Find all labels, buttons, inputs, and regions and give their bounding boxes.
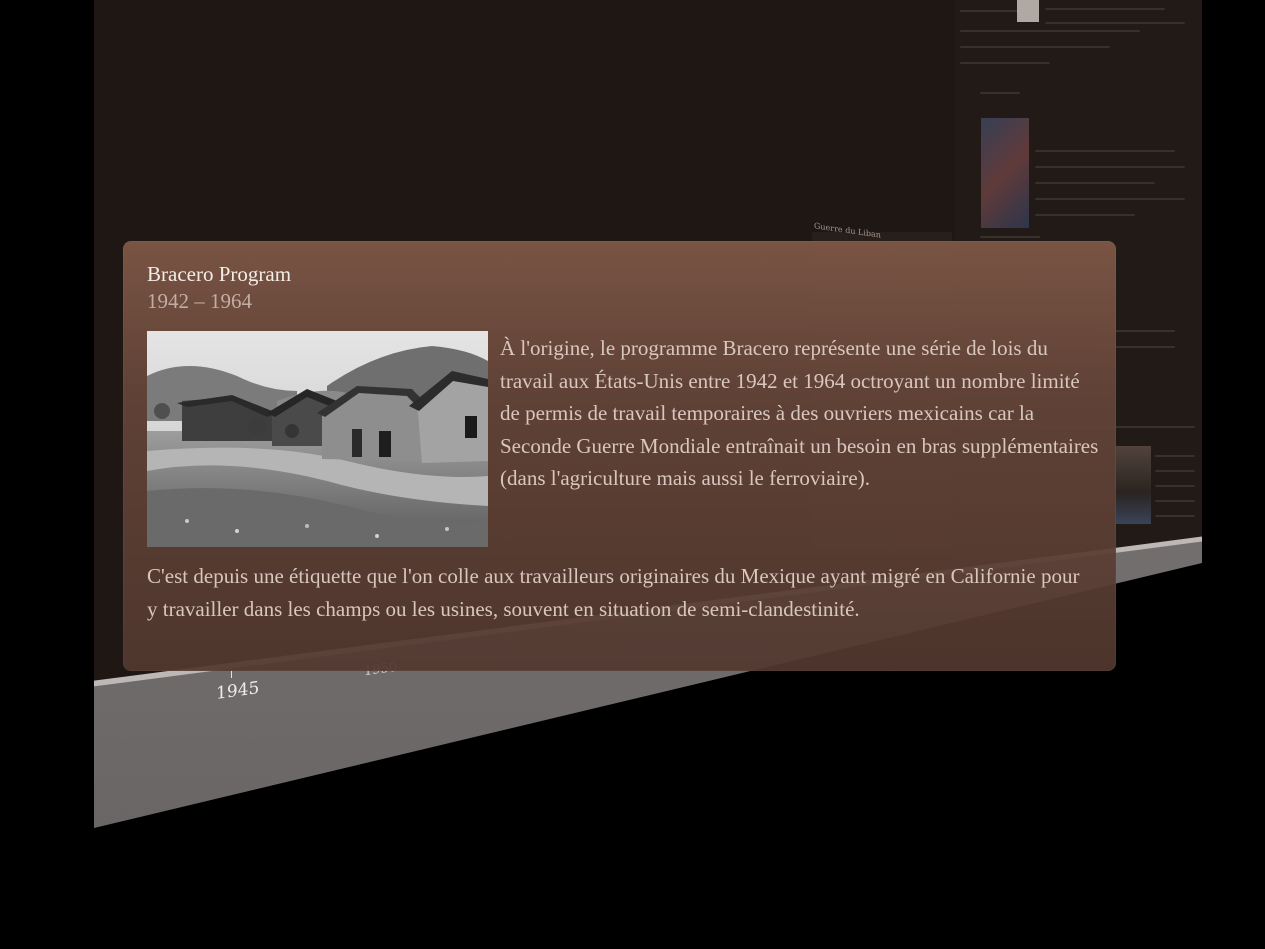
event-detail-popup[interactable]: Bracero Program 1942 – 1964 À l'origine,… xyxy=(123,241,1116,671)
event-dates: 1942 – 1964 xyxy=(147,289,252,313)
village-photo-icon xyxy=(147,331,488,547)
event-description-secondary: C'est depuis une étiquette que l'on coll… xyxy=(147,564,1080,621)
event-title: Bracero Program xyxy=(147,262,292,286)
event-description-primary: À l'origine, le programme Bracero représ… xyxy=(500,336,1099,491)
thumbnail-image[interactable] xyxy=(1017,0,1039,22)
thumbnail-image[interactable] xyxy=(981,118,1029,228)
thumbnail-image[interactable] xyxy=(1115,446,1151,524)
event-photo xyxy=(147,331,488,547)
